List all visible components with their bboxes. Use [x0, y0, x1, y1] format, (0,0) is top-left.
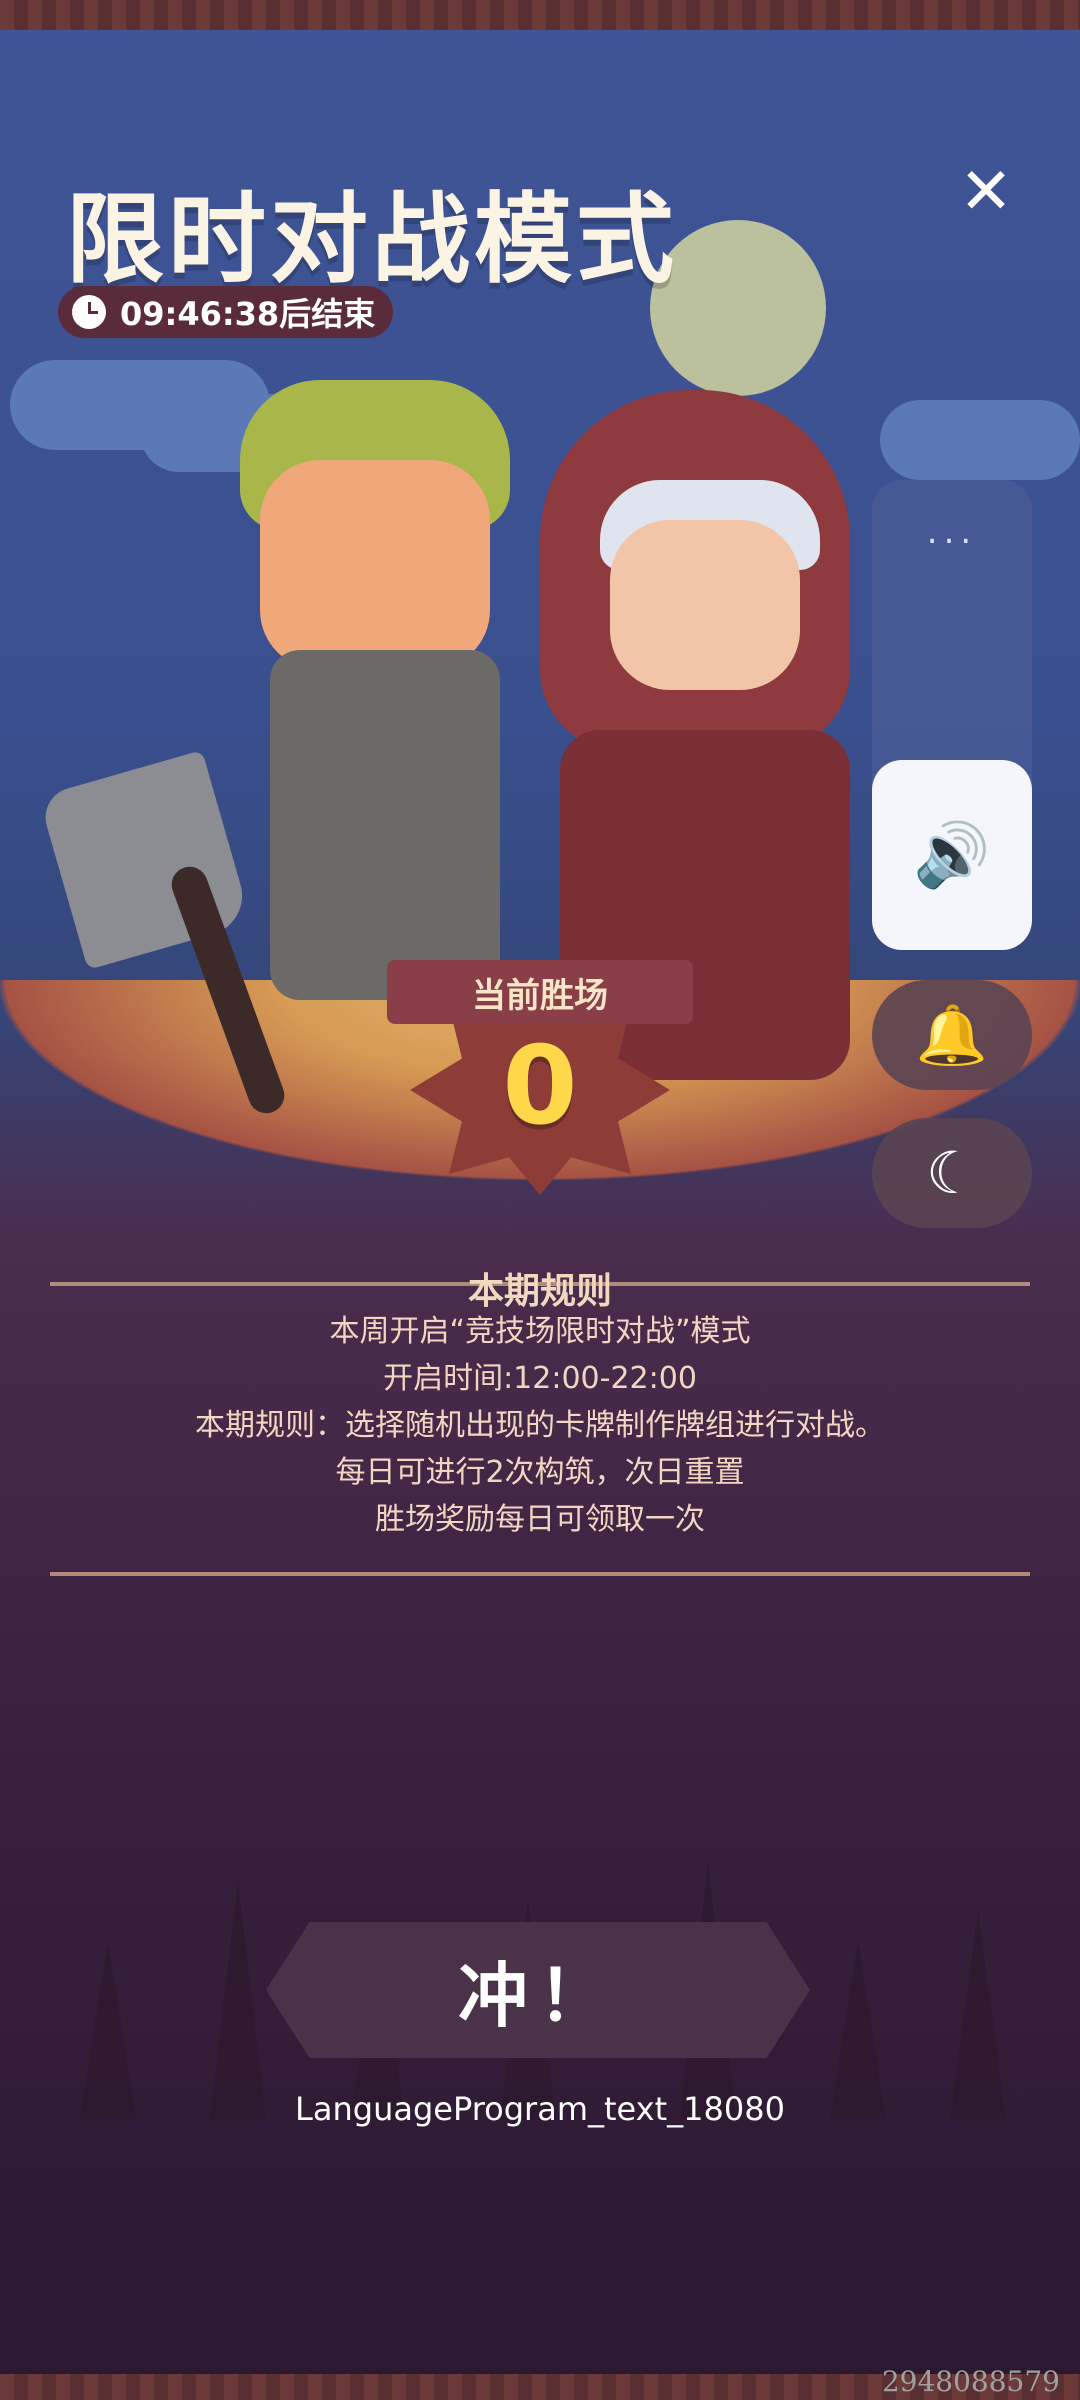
clock-icon [72, 295, 106, 329]
boy-face [260, 460, 490, 670]
rules-line: 开启时间:12:00-22:00 [383, 1361, 697, 1396]
program-text: LanguageProgram_text_18080 [295, 2090, 785, 2128]
wins-badge: 当前胜场 0 [365, 960, 715, 1200]
moon-icon: ☾ [926, 1139, 978, 1207]
wins-count: 0 [502, 1024, 578, 1149]
wins-label: 当前胜场 [387, 960, 693, 1024]
rules-line: 每日可进行2次构筑，次日重置 [335, 1455, 745, 1490]
close-button[interactable]: ✕ [952, 160, 1020, 228]
game-screen: 限时对战模式 09:46:38后结束 ✕ ... 🔊 🔔 ☾ 当前胜场 0 本期… [0, 0, 1080, 2400]
cloud-layer [0, 360, 1080, 500]
notification-button[interactable]: 🔔 [872, 980, 1032, 1090]
rules-divider-bottom [50, 1572, 1030, 1576]
rules-line: 本周开启“竞技场限时对战”模式 [329, 1314, 751, 1349]
boy-body [270, 650, 500, 1000]
rules-line: 本期规则：选择随机出现的卡牌制作牌组进行对战。 [195, 1408, 885, 1443]
close-icon: ✕ [959, 155, 1013, 229]
countdown-badge: 09:46:38后结束 [58, 286, 394, 338]
more-icon[interactable]: ... [872, 512, 1032, 552]
countdown-text: 09:46:38后结束 [120, 295, 376, 333]
corner-number: 2948088579 [881, 2365, 1060, 2398]
bell-icon: 🔔 [915, 1000, 989, 1069]
start-battle-button[interactable]: 冲！ [266, 1922, 810, 2058]
rules-title: 本期规则 [467, 1271, 612, 1312]
girl-face [610, 520, 800, 690]
page-title: 限时对战模式 [66, 183, 679, 297]
volume-button[interactable]: 🔊 [872, 760, 1032, 950]
top-border [0, 0, 1080, 30]
rules-line: 胜场奖励每日可领取一次 [375, 1502, 705, 1537]
volume-icon: 🔊 [913, 818, 991, 891]
rules-list: 本周开启“竞技场限时对战”模式 开启时间:12:00-22:00 本期规则：选择… [50, 1308, 1030, 1543]
night-mode-button[interactable]: ☾ [872, 1118, 1032, 1228]
